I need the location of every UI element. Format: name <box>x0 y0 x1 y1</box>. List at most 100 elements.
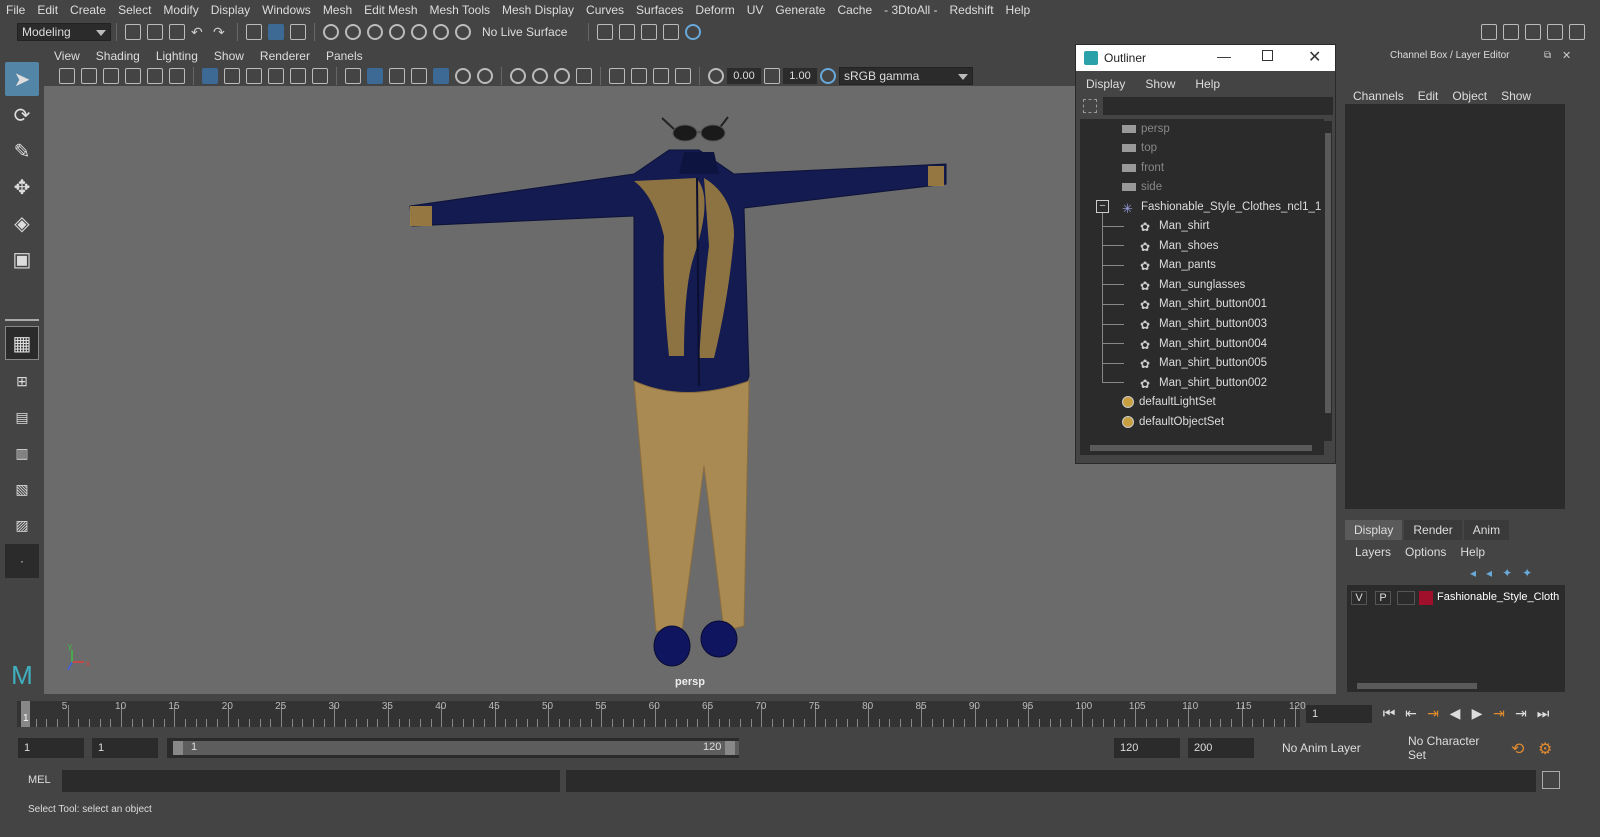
four-view-layout-icon[interactable]: ⊞ <box>5 364 39 398</box>
time-slider[interactable]: 5 10 15 20 25 30 35 40 45 50 55 60 65 70 75 80 85 90 95 100… <box>0 697 1600 733</box>
render-view-icon[interactable] <box>663 24 679 40</box>
new-layer-selected-icon[interactable]: ✦ <box>1522 566 1532 580</box>
snap-view-icon[interactable] <box>411 24 427 40</box>
close-panel-icon[interactable]: ✕ <box>1562 49 1571 62</box>
anti-alias-icon[interactable] <box>554 67 570 84</box>
wireframe-on-shaded-icon[interactable] <box>389 67 405 84</box>
anim-prefs-icon[interactable]: ⚙ <box>1538 739 1552 759</box>
layer-menu-options[interactable]: Options <box>1398 545 1453 559</box>
grease-pencil-icon[interactable] <box>169 67 185 84</box>
safe-action-icon[interactable] <box>312 67 328 84</box>
close-icon[interactable]: ✕ <box>1308 47 1321 67</box>
scale-tool-icon[interactable]: ▣ <box>5 242 39 276</box>
image-plane-icon[interactable] <box>125 67 141 84</box>
char-set-dropdown[interactable]: No Character Set <box>1384 734 1504 762</box>
end-time-field[interactable]: 200 <box>1188 738 1254 758</box>
save-scene-icon[interactable] <box>169 24 185 40</box>
outliner-item[interactable]: ✿ Man_pants <box>1140 256 1216 275</box>
lights-icon[interactable] <box>455 67 471 84</box>
viewport-menu-panels[interactable]: Panels <box>318 49 371 63</box>
play-backward-icon[interactable]: ◀ <box>1444 705 1466 722</box>
tab-display[interactable]: Display <box>1345 520 1403 540</box>
range-end-handle[interactable] <box>725 741 735 755</box>
move-layer-down-icon[interactable]: ◂ <box>1486 566 1492 580</box>
menu-cache[interactable]: Cache <box>831 3 878 17</box>
outliner-item[interactable]: ✳ Fashionable_Style_Clothes_ncl1_1 <box>1122 197 1321 216</box>
snap-projected-icon[interactable] <box>389 24 405 40</box>
make-live-icon[interactable] <box>455 24 471 40</box>
film-gate-icon[interactable] <box>224 67 240 84</box>
menu-3dtoall[interactable]: - 3DtoAll - <box>878 3 943 17</box>
outliner-menu-help[interactable]: Help <box>1185 77 1230 91</box>
menu-uv[interactable]: UV <box>741 3 770 17</box>
channel-menu-channels[interactable]: Channels <box>1346 89 1411 103</box>
play-forward-icon[interactable]: ▶ <box>1466 705 1488 722</box>
menu-display[interactable]: Display <box>205 3 256 17</box>
toggle-sidebar-icon[interactable] <box>1503 24 1519 40</box>
go-to-start-icon[interactable]: ⏮ <box>1378 705 1400 722</box>
step-back-key-icon[interactable]: ⇤ <box>1400 705 1422 722</box>
persp-graph-layout-icon[interactable]: ▥ <box>5 436 39 470</box>
outliner-item[interactable]: ✿ Man_shirt_button003 <box>1140 315 1267 334</box>
wireframe-icon[interactable] <box>345 67 361 84</box>
channel-menu-object[interactable]: Object <box>1445 89 1494 103</box>
depth-of-field-icon[interactable] <box>576 67 592 84</box>
snap-surface-icon[interactable] <box>433 24 449 40</box>
outliner-menu-display[interactable]: Display <box>1076 77 1135 91</box>
viewport-menu-show[interactable]: Show <box>206 49 252 63</box>
field-chart-icon[interactable] <box>290 67 306 84</box>
outliner-item[interactable]: ✿ Man_shoes <box>1140 236 1218 255</box>
exposure-reset-icon[interactable] <box>708 67 724 84</box>
outliner-item[interactable]: front <box>1122 158 1164 177</box>
select-component-icon[interactable] <box>290 24 306 40</box>
single-perspective-layout-icon[interactable]: ▦ <box>5 326 39 360</box>
outliner-item[interactable]: side <box>1122 178 1162 197</box>
workspace-icon[interactable] <box>1481 24 1497 40</box>
script-editor-icon[interactable] <box>1542 771 1560 789</box>
select-tool-icon[interactable]: ➤ <box>5 62 39 96</box>
viewport-menu-view[interactable]: View <box>46 49 88 63</box>
channel-menu-show[interactable]: Show <box>1494 89 1538 103</box>
exposure-field[interactable]: 0.00 <box>727 67 761 84</box>
layer-visible-toggle[interactable]: V <box>1351 591 1367 605</box>
channel-box-area[interactable] <box>1345 104 1565 509</box>
isolate-select-icon[interactable] <box>609 67 625 84</box>
outliner-item[interactable]: ✿ Man_shirt_button002 <box>1140 373 1267 392</box>
outliner-menu-show[interactable]: Show <box>1135 77 1185 91</box>
outliner-item[interactable]: ✿ Man_shirt <box>1140 217 1210 236</box>
two-d-pan-icon[interactable] <box>147 67 163 84</box>
playback-start-field[interactable]: 1 <box>92 738 158 758</box>
camera-icon[interactable] <box>59 67 75 84</box>
menu-curves[interactable]: Curves <box>580 3 630 17</box>
live-surface-field[interactable]: No Live Surface <box>478 23 578 41</box>
menu-edit[interactable]: Edit <box>31 3 64 17</box>
channel-menu-edit[interactable]: Edit <box>1411 89 1446 103</box>
menu-surfaces[interactable]: Surfaces <box>630 3 689 17</box>
menu-help[interactable]: Help <box>1000 3 1037 17</box>
persp-uv-layout-icon[interactable]: ▨ <box>5 508 39 542</box>
hypershade-layout-icon[interactable]: ▧ <box>5 472 39 506</box>
go-to-end-icon[interactable]: ⏭ <box>1532 705 1554 722</box>
persp-outliner-layout-icon[interactable]: ▤ <box>5 400 39 434</box>
snap-curve-icon[interactable] <box>345 24 361 40</box>
open-scene-icon[interactable] <box>147 24 163 40</box>
step-forward-frame-icon[interactable]: ⇥ <box>1488 705 1510 722</box>
layer-playback-toggle[interactable]: P <box>1375 591 1391 605</box>
render-settings-icon[interactable] <box>597 24 613 40</box>
outliner-item[interactable]: ✿ Man_sunglasses <box>1140 275 1245 294</box>
tool-settings-icon[interactable] <box>1547 24 1563 40</box>
menu-select[interactable]: Select <box>112 3 157 17</box>
outliner-item[interactable]: top <box>1122 139 1157 158</box>
viewport-menu-lighting[interactable]: Lighting <box>148 49 206 63</box>
step-back-frame-icon[interactable]: ⇥ <box>1422 705 1444 722</box>
menu-file[interactable]: File <box>0 3 31 17</box>
outliner-titlebar[interactable]: Outliner — ✕ <box>1076 45 1335 71</box>
layer-color-swatch[interactable] <box>1419 591 1433 605</box>
color-management-icon[interactable] <box>820 67 836 84</box>
resolution-gate-icon[interactable] <box>246 67 262 84</box>
layer-name[interactable]: Fashionable_Style_Cloth <box>1437 591 1561 603</box>
select-object-icon[interactable] <box>268 24 284 40</box>
maximize-icon[interactable] <box>1262 50 1273 61</box>
layer-menu-layers[interactable]: Layers <box>1348 545 1398 559</box>
screen-space-ao-icon[interactable] <box>510 67 526 84</box>
